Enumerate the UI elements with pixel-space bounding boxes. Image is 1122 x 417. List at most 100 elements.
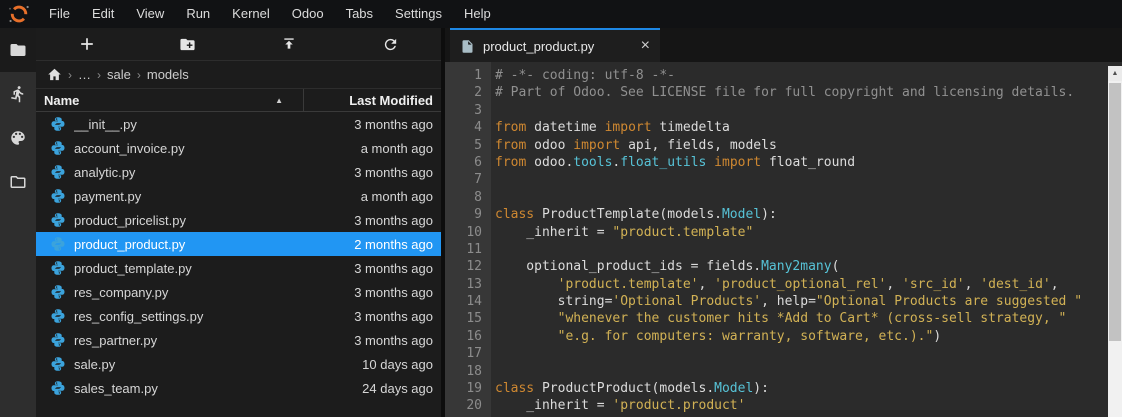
breadcrumb-segment[interactable]: models	[147, 67, 189, 82]
code-text: class ProductProduct(models.Model):	[491, 380, 769, 397]
column-header-name[interactable]: Name ▲	[36, 89, 304, 111]
menu-run[interactable]: Run	[175, 0, 221, 28]
token-c: # Part of Odoo. See LICENSE file for ful…	[495, 85, 1074, 100]
code-line: 4from datetime import timedelta	[445, 119, 1108, 136]
token-p: ,	[886, 277, 902, 292]
sidebar-tab-running-sessions[interactable]	[0, 72, 36, 116]
token-s: "Optional Products are suggested "	[816, 294, 1082, 309]
token-p: odoo	[526, 138, 573, 153]
line-number: 2	[445, 84, 491, 101]
token-pr: float_utils	[620, 155, 706, 170]
code-line: 7	[445, 171, 1108, 188]
token-pr: tools	[573, 155, 612, 170]
token-k: import	[573, 138, 620, 153]
line-number: 9	[445, 206, 491, 223]
code-editor[interactable]: 1# -*- coding: utf-8 -*-2# Part of Odoo.…	[445, 62, 1122, 417]
python-file-icon	[50, 236, 66, 252]
token-p: string=	[495, 294, 612, 309]
file-row[interactable]: product_pricelist.py3 months ago	[36, 208, 441, 232]
file-modified: a month ago	[361, 141, 441, 156]
home-icon[interactable]	[47, 67, 62, 82]
python-file-icon	[50, 308, 66, 324]
file-row[interactable]: product_template.py3 months ago	[36, 256, 441, 280]
code-text	[491, 241, 495, 258]
editor-tab[interactable]: product_product.py ×	[450, 28, 660, 62]
modified-column-label: Last Modified	[349, 93, 433, 108]
file-modified: 3 months ago	[354, 213, 441, 228]
file-modified: 3 months ago	[354, 117, 441, 132]
menu-view[interactable]: View	[125, 0, 175, 28]
file-row[interactable]: __init__.py3 months ago	[36, 112, 441, 136]
code-line: 3	[445, 102, 1108, 119]
editor-scrollbar[interactable]: ▲	[1108, 66, 1122, 417]
file-document-icon	[460, 39, 475, 54]
token-p: ):	[761, 207, 777, 222]
code-line: 18	[445, 363, 1108, 380]
line-number: 5	[445, 137, 491, 154]
code-text: string='Optional Products', help="Option…	[491, 293, 1082, 310]
scrollbar-thumb[interactable]	[1109, 83, 1121, 341]
token-p: (	[832, 259, 840, 274]
close-icon[interactable]: ×	[641, 38, 650, 54]
file-row[interactable]: sale.py10 days ago	[36, 352, 441, 376]
line-number: 13	[445, 276, 491, 293]
code-line: 2 # Part of Odoo. See LICENSE file for fu…	[445, 84, 1108, 101]
file-row[interactable]: product_product.py2 months ago	[36, 232, 441, 256]
menu-settings[interactable]: Settings	[384, 0, 453, 28]
code-line: 15 "whenever the customer hits *Add to C…	[445, 310, 1108, 327]
upload-button[interactable]	[239, 28, 340, 60]
menu-edit[interactable]: Edit	[81, 0, 125, 28]
code-line: 8	[445, 189, 1108, 206]
line-number: 14	[445, 293, 491, 310]
menu-kernel[interactable]: Kernel	[221, 0, 281, 28]
code-line: 10 _inherit = "product.template"	[445, 224, 1108, 241]
file-name: res_config_settings.py	[74, 309, 354, 324]
menu-file[interactable]: File	[38, 0, 81, 28]
breadcrumb-segment[interactable]: …	[78, 67, 91, 82]
token-p: float_round	[761, 155, 855, 170]
code-text: # Part of Odoo. See LICENSE file for ful…	[491, 84, 1074, 101]
token-p: ):	[753, 381, 769, 396]
menu-odoo[interactable]: Odoo	[281, 0, 335, 28]
token-p: _inherit =	[495, 225, 612, 240]
column-header-modified[interactable]: Last Modified	[304, 89, 441, 111]
code-text	[491, 345, 495, 362]
python-file-icon	[50, 260, 66, 276]
code-line: 13 'product.template', 'product_optional…	[445, 276, 1108, 293]
file-row[interactable]: sales_team.py24 days ago	[36, 376, 441, 400]
upload-icon	[281, 36, 297, 52]
token-p: )	[933, 329, 941, 344]
code-lines: 1# -*- coding: utf-8 -*-2# Part of Odoo.…	[445, 62, 1108, 417]
file-row[interactable]: res_company.py3 months ago	[36, 280, 441, 304]
code-text: "whenever the customer hits *Add to Cart…	[491, 310, 1066, 327]
code-text: 'product.template', 'product_optional_re…	[491, 276, 1059, 293]
code-text: optional_product_ids = fields.Many2many(	[491, 258, 839, 275]
file-row[interactable]: res_config_settings.py3 months ago	[36, 304, 441, 328]
breadcrumb-segment[interactable]: sale	[107, 67, 131, 82]
menu-help[interactable]: Help	[453, 0, 502, 28]
file-row[interactable]: analytic.py3 months ago	[36, 160, 441, 184]
menu-tabs[interactable]: Tabs	[335, 0, 384, 28]
file-modified: 3 months ago	[354, 261, 441, 276]
code-line: 6from odoo.tools.float_utils import floa…	[445, 154, 1108, 171]
python-file-icon	[50, 116, 66, 132]
file-row[interactable]: payment.pya month ago	[36, 184, 441, 208]
code-line: 9class ProductTemplate(models.Model):	[445, 206, 1108, 223]
token-s: 'product_optional_rel'	[714, 277, 886, 292]
python-file-icon	[50, 140, 66, 156]
sidebar-tab-tab-manager[interactable]	[0, 160, 36, 204]
editor-tab-bar: product_product.py ×	[445, 28, 1122, 62]
new-launcher-button[interactable]	[36, 28, 137, 60]
refresh-button[interactable]	[340, 28, 441, 60]
file-modified: 10 days ago	[362, 357, 441, 372]
token-p: , help=	[761, 294, 816, 309]
sidebar-tab-file-browser[interactable]	[0, 28, 36, 72]
file-modified: 3 months ago	[354, 165, 441, 180]
new-folder-button[interactable]	[137, 28, 238, 60]
file-row[interactable]: res_partner.py3 months ago	[36, 328, 441, 352]
sidebar-tab-command-palette[interactable]	[0, 116, 36, 160]
line-number: 11	[445, 241, 491, 258]
scrollbar-up-arrow-icon[interactable]: ▲	[1108, 66, 1122, 81]
file-row[interactable]: account_invoice.pya month ago	[36, 136, 441, 160]
token-s: "e.g. for computers: warranty, software,…	[558, 329, 934, 344]
